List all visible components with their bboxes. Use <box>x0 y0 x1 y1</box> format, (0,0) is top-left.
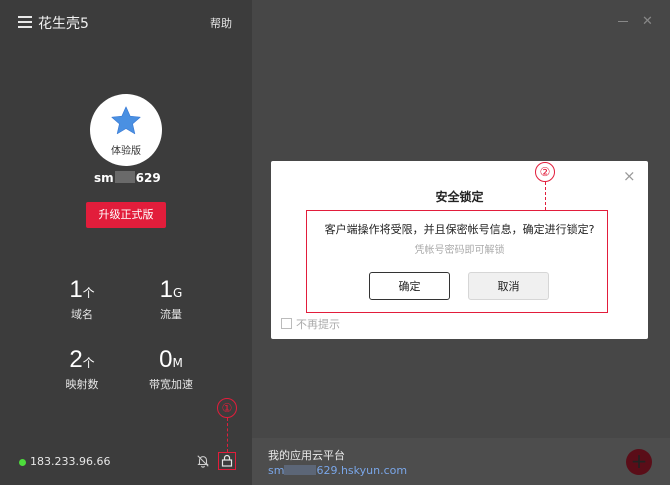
stat-traffic[interactable]: 1G 流量 <box>136 276 206 322</box>
dont-remind-checkbox[interactable]: 不再提示 <box>281 316 340 332</box>
dialog-hint: 凭帐号密码即可解锁 <box>414 245 505 256</box>
stat-unit: M <box>172 356 183 370</box>
lock-button[interactable] <box>218 452 236 470</box>
stat-unit: G <box>173 286 183 300</box>
confirm-button[interactable]: 确定 <box>369 272 450 300</box>
annotation-marker-1: ① <box>217 398 237 418</box>
stat-value: 2 <box>69 346 83 373</box>
stat-label: 域名 <box>71 308 93 321</box>
dialog-title: 安全锁定 <box>435 190 484 204</box>
dont-remind-label: 不再提示 <box>296 318 340 331</box>
dialog-close-icon[interactable]: × <box>623 167 636 185</box>
menu-icon[interactable] <box>18 16 32 28</box>
annotation-line-2 <box>545 182 546 210</box>
stat-value: 1 <box>159 276 174 303</box>
username-suffix: 629 <box>135 171 161 185</box>
minimize-icon[interactable] <box>618 21 628 22</box>
stat-value: 0 <box>159 346 173 373</box>
cloud-platform-title: 我的应用云平台 <box>268 449 345 462</box>
help-link[interactable]: 帮助 <box>210 15 232 31</box>
ip-address: 183.233.96.66 <box>30 455 111 468</box>
stat-label: 映射数 <box>65 378 99 391</box>
stat-bandwidth[interactable]: 0M 带宽加速 <box>136 346 206 392</box>
checkbox-box[interactable] <box>281 318 292 329</box>
annotation-marker-2: ② <box>535 162 555 182</box>
sidebar-header: 花生壳5 帮助 <box>0 0 252 44</box>
cloud-platform-link[interactable]: sm 629.hskyun.com <box>268 464 407 477</box>
username: sm 629 <box>94 171 161 185</box>
app-window: 花生壳5 帮助 体验版 sm 629 升级正式版 1个 域名 1G 流量 2个 映… <box>0 0 670 485</box>
stat-label: 带宽加速 <box>149 378 193 391</box>
cloud-url-suffix: 629.hskyun.com <box>316 464 408 477</box>
app-title: 花生壳5 <box>38 16 89 32</box>
star-icon <box>111 106 141 135</box>
plan-label: 体验版 <box>111 146 141 157</box>
stat-unit: 个 <box>82 356 95 370</box>
stat-domains[interactable]: 1个 域名 <box>47 276 117 322</box>
stat-label: 流量 <box>160 308 182 321</box>
stat-unit: 个 <box>82 286 95 300</box>
sidebar: 花生壳5 帮助 体验版 sm 629 升级正式版 1个 域名 1G 流量 2个 映… <box>0 0 252 485</box>
annotation-line-1 <box>227 418 228 452</box>
security-lock-dialog: × 安全锁定 客户端操作将受限，并且保密帐号信息，确定进行锁定? 凭帐号密码即可… <box>271 161 648 339</box>
bell-off-icon[interactable] <box>196 454 210 468</box>
cloud-url-mask <box>284 465 317 475</box>
stat-mappings[interactable]: 2个 映射数 <box>47 346 117 392</box>
add-button[interactable]: + <box>626 449 652 475</box>
window-close-icon[interactable]: ✕ <box>642 14 653 29</box>
cloud-url-prefix: sm <box>268 464 285 477</box>
stat-value: 1 <box>69 276 83 303</box>
username-prefix: sm <box>94 171 114 185</box>
upgrade-button[interactable]: 升级正式版 <box>86 202 166 228</box>
cancel-button[interactable]: 取消 <box>468 272 549 300</box>
lock-icon <box>221 454 233 467</box>
username-mask <box>114 171 135 183</box>
online-status-dot <box>19 459 26 466</box>
dialog-message: 客户端操作将受限，并且保密帐号信息，确定进行锁定? <box>324 223 595 236</box>
